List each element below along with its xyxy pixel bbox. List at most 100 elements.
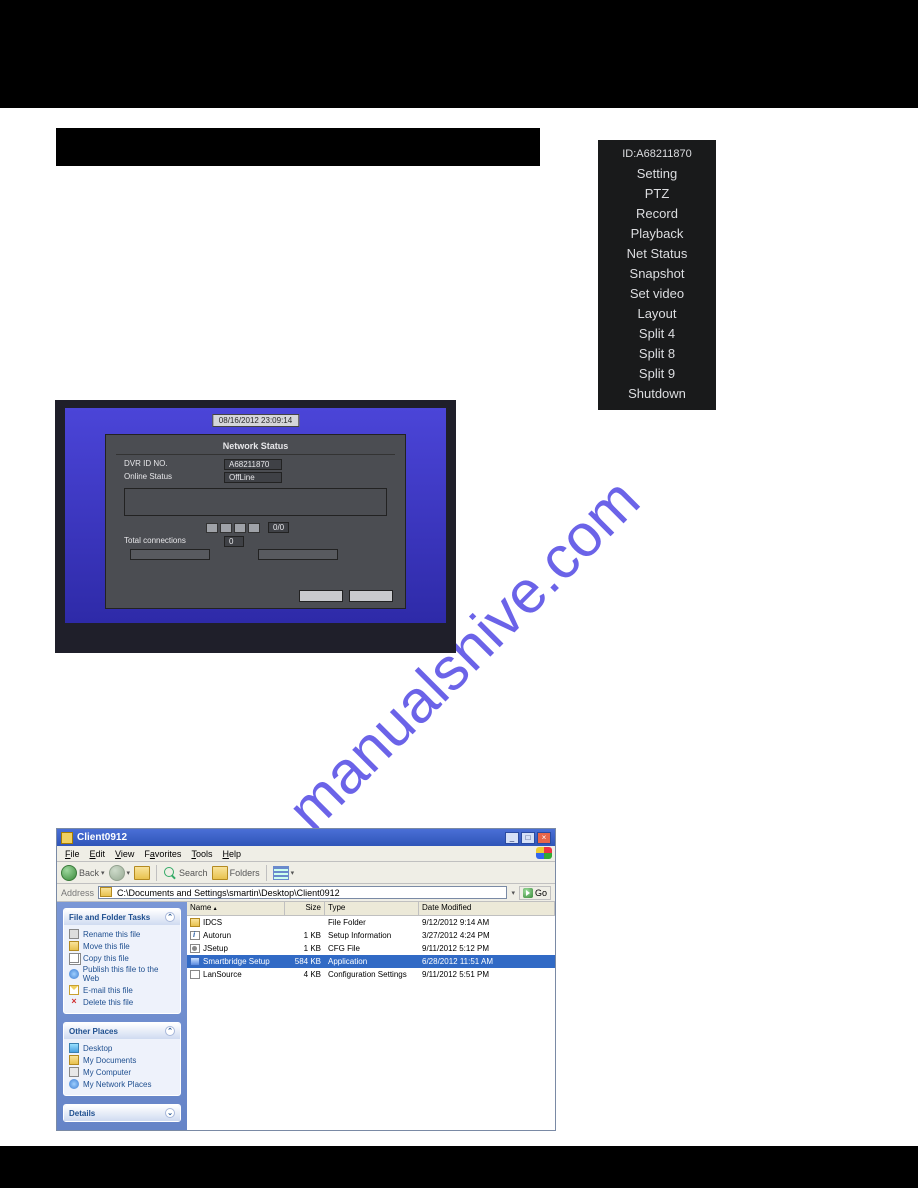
- menu-item-setting[interactable]: Setting: [598, 164, 716, 184]
- go-icon: [523, 888, 533, 898]
- task-move[interactable]: Move this file: [69, 940, 175, 952]
- black-label-strip: [56, 128, 540, 166]
- file-date: 6/28/2012 11:51 AM: [419, 957, 555, 966]
- menu-view[interactable]: View: [110, 849, 139, 859]
- file-row[interactable]: Autorun1 KBSetup Information3/27/2012 4:…: [187, 929, 555, 942]
- menu-item-shutdown[interactable]: Shutdown: [598, 384, 716, 404]
- menu-item-snapshot[interactable]: Snapshot: [598, 264, 716, 284]
- menu-item-set-video[interactable]: Set video: [598, 284, 716, 304]
- file-row[interactable]: IDCSFile Folder9/12/2012 9:14 AM: [187, 916, 555, 929]
- move-icon: [69, 941, 79, 951]
- file-date: 9/11/2012 5:12 PM: [419, 944, 555, 953]
- task-email[interactable]: E-mail this file: [69, 984, 175, 996]
- menu-item-split4[interactable]: Split 4: [598, 324, 716, 344]
- task-publish[interactable]: Publish this file to the Web: [69, 964, 175, 984]
- menu-item-playback[interactable]: Playback: [598, 224, 716, 244]
- file-icon: [190, 944, 200, 953]
- ns-field-1[interactable]: [130, 549, 210, 560]
- file-size: 584 KB: [285, 957, 325, 966]
- task-copy[interactable]: Copy this file: [69, 952, 175, 964]
- collapse-icon[interactable]: ⌃: [165, 912, 175, 922]
- menu-tools[interactable]: Tools: [186, 849, 217, 859]
- minimize-button[interactable]: _: [505, 832, 519, 844]
- views-icon: [273, 866, 289, 880]
- maximize-button[interactable]: □: [521, 832, 535, 844]
- menu-item-layout[interactable]: Layout: [598, 304, 716, 324]
- ns-dvr-id-value: A68211870: [224, 459, 282, 470]
- task-delete[interactable]: ×Delete this file: [69, 996, 175, 1008]
- back-button[interactable]: Back▾: [61, 865, 105, 881]
- ns-listbox: [124, 488, 387, 516]
- ns-cancel-button[interactable]: [349, 590, 393, 602]
- file-size: 4 KB: [285, 970, 325, 979]
- file-list: Name ▴ Size Type Date Modified IDCSFile …: [187, 902, 555, 1130]
- menu-edit[interactable]: Edit: [85, 849, 111, 859]
- place-computer[interactable]: My Computer: [69, 1066, 175, 1078]
- pager-prev[interactable]: [220, 523, 232, 533]
- address-dropdown[interactable]: ▾: [511, 889, 515, 897]
- menu-favorites[interactable]: Favorites: [139, 849, 186, 859]
- col-name[interactable]: Name ▴: [187, 902, 285, 915]
- file-type: CFG File: [325, 944, 419, 953]
- pager-next[interactable]: [234, 523, 246, 533]
- file-type: File Folder: [325, 918, 419, 927]
- file-row[interactable]: Smartbridge Setup584 KBApplication6/28/2…: [187, 955, 555, 968]
- menu-item-split8[interactable]: Split 8: [598, 344, 716, 364]
- place-documents[interactable]: My Documents: [69, 1054, 175, 1066]
- other-places-panel: Other Places ⌃ Desktop My Documents My Co…: [63, 1022, 181, 1096]
- ns-online-value: OffLine: [224, 472, 282, 483]
- folders-button[interactable]: Folders: [212, 866, 260, 880]
- menu-item-record[interactable]: Record: [598, 204, 716, 224]
- menu-item-ptz[interactable]: PTZ: [598, 184, 716, 204]
- ns-divider: [116, 454, 395, 455]
- panel1-title: File and Folder Tasks: [69, 913, 150, 922]
- file-icon: [190, 931, 200, 940]
- menu-file[interactable]: File: [60, 849, 85, 859]
- ns-pager: 0/0: [106, 520, 405, 535]
- top-black-bar: [0, 0, 918, 108]
- file-size: 1 KB: [285, 931, 325, 940]
- up-button[interactable]: [134, 866, 150, 880]
- file-type: Configuration Settings: [325, 970, 419, 979]
- ns-ok-button[interactable]: [299, 590, 343, 602]
- ns-total-label: Total connections: [124, 536, 224, 547]
- toolbar-sep2: [266, 865, 267, 881]
- menu-item-net-status[interactable]: Net Status: [598, 244, 716, 264]
- panel2-title: Other Places: [69, 1027, 118, 1036]
- task-rename[interactable]: Rename this file: [69, 928, 175, 940]
- col-date[interactable]: Date Modified: [419, 902, 555, 915]
- folder-icon: [61, 832, 73, 844]
- file-type: Application: [325, 957, 419, 966]
- place-desktop[interactable]: Desktop: [69, 1042, 175, 1054]
- ns-field-2[interactable]: [258, 549, 338, 560]
- menu-help[interactable]: Help: [217, 849, 246, 859]
- email-icon: [69, 985, 79, 995]
- expand-icon[interactable]: ⌄: [165, 1108, 175, 1118]
- rename-icon: [69, 929, 79, 939]
- go-button[interactable]: Go: [519, 886, 551, 900]
- pager-text: 0/0: [268, 522, 289, 533]
- views-button[interactable]: ▾: [273, 866, 295, 880]
- computer-icon: [69, 1067, 79, 1077]
- col-size[interactable]: Size: [285, 902, 325, 915]
- search-button[interactable]: Search: [163, 866, 208, 880]
- pager-first[interactable]: [206, 523, 218, 533]
- forward-button[interactable]: ▾: [109, 865, 131, 881]
- file-icon: [190, 970, 200, 979]
- tasks-pane: File and Folder Tasks⌃ Rename this file …: [57, 902, 187, 1130]
- file-row[interactable]: JSetup1 KBCFG File9/11/2012 5:12 PM: [187, 942, 555, 955]
- ns-total-value: 0: [224, 536, 244, 547]
- address-label: Address: [61, 888, 94, 898]
- menu-item-split9[interactable]: Split 9: [598, 364, 716, 384]
- place-network[interactable]: My Network Places: [69, 1078, 175, 1090]
- collapse-icon-2[interactable]: ⌃: [165, 1026, 175, 1036]
- copy-icon: [69, 953, 79, 963]
- col-type[interactable]: Type: [325, 902, 419, 915]
- explorer-window: Client0912 _ □ × File Edit View Favorite…: [56, 828, 556, 1131]
- file-row[interactable]: LanSource4 KBConfiguration Settings9/11/…: [187, 968, 555, 981]
- close-button[interactable]: ×: [537, 832, 551, 844]
- address-input[interactable]: [98, 886, 507, 899]
- file-date: 9/12/2012 9:14 AM: [419, 918, 555, 927]
- pager-last[interactable]: [248, 523, 260, 533]
- file-name: JSetup: [203, 944, 228, 953]
